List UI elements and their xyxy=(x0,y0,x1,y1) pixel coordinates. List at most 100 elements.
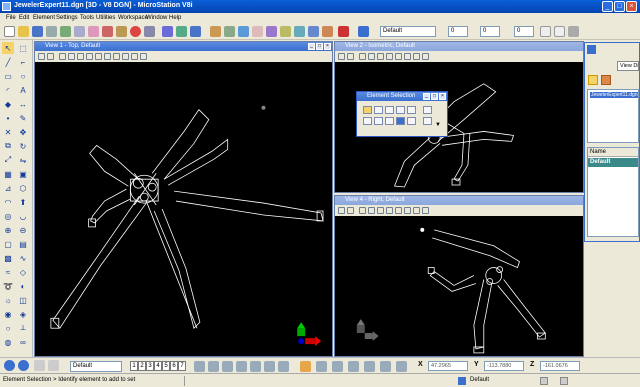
bottom-level-combo[interactable]: Default xyxy=(70,361,122,372)
fence-icon[interactable]: ⬚ xyxy=(17,42,29,54)
menu-window[interactable]: Window xyxy=(146,15,167,21)
window-area-icon[interactable] xyxy=(377,53,384,60)
setting-icon[interactable]: ◍ xyxy=(2,336,14,348)
view-toggle-5[interactable]: 5 xyxy=(162,361,170,371)
view-previous-icon[interactable] xyxy=(113,53,120,60)
gem-icon[interactable]: ◈ xyxy=(17,308,29,320)
paste-icon[interactable] xyxy=(88,26,99,37)
dialog-minimize[interactable]: _ xyxy=(423,93,430,100)
color-combo[interactable]: 0 xyxy=(448,26,468,37)
view-4-canvas[interactable] xyxy=(335,216,583,357)
level-manager-icon[interactable] xyxy=(162,26,173,37)
select-block-icon[interactable] xyxy=(374,106,383,114)
camera-icon[interactable]: ◫ xyxy=(17,294,29,306)
display-style-icon[interactable] xyxy=(347,207,354,214)
redo-icon[interactable] xyxy=(116,26,127,37)
display-style-icon[interactable] xyxy=(347,53,354,60)
scale-icon[interactable]: ⤢ xyxy=(2,154,14,166)
cut-icon[interactable] xyxy=(60,26,71,37)
pan-view-icon[interactable] xyxy=(404,53,411,60)
window-area-icon[interactable] xyxy=(77,53,84,60)
forward-icon[interactable] xyxy=(18,360,29,371)
zoom-in-icon[interactable] xyxy=(359,207,366,214)
clear-icon[interactable] xyxy=(407,117,416,125)
new-mode-icon[interactable] xyxy=(396,117,405,125)
midpoint-icon[interactable] xyxy=(250,361,261,372)
material-icon[interactable]: ◉ xyxy=(2,308,14,320)
expand-arrow-icon[interactable]: ▼ xyxy=(435,122,441,128)
boolean-icon[interactable]: ⊕ xyxy=(2,224,14,236)
view-toggle-6[interactable]: 6 xyxy=(170,361,178,371)
rotate-view-icon[interactable] xyxy=(95,53,102,60)
minimize-button[interactable]: _ xyxy=(602,1,613,12)
accusnap-icon[interactable] xyxy=(208,361,219,372)
x-coordinate-field[interactable]: 47.2965 xyxy=(428,361,468,371)
maximize-button[interactable]: □ xyxy=(614,1,625,12)
intersection-snap-icon[interactable] xyxy=(316,361,327,372)
modify-icon[interactable]: ✎ xyxy=(17,112,29,124)
level-icon[interactable] xyxy=(358,26,369,37)
parallel-snap-icon[interactable] xyxy=(364,361,375,372)
dialog-maximize[interactable]: □ xyxy=(431,93,438,100)
nearest-snap-icon[interactable] xyxy=(300,361,311,372)
render-icon[interactable] xyxy=(130,26,141,37)
snap-icon[interactable] xyxy=(48,360,59,371)
curve-icon[interactable]: ∿ xyxy=(17,252,29,264)
circle-icon[interactable]: ○ xyxy=(17,70,29,82)
extrude-icon[interactable]: ⬆ xyxy=(17,196,29,208)
menu-utilities[interactable]: Utilities xyxy=(96,15,115,21)
view-toggle-7[interactable]: 7 xyxy=(178,361,186,371)
view-next-icon[interactable] xyxy=(122,53,129,60)
highlight-icon[interactable] xyxy=(588,75,598,85)
smartline-icon[interactable]: ⌐ xyxy=(17,56,29,68)
view-toggle-3[interactable]: 3 xyxy=(146,361,154,371)
select-shape-icon[interactable] xyxy=(385,106,394,114)
view-icon[interactable] xyxy=(238,26,249,37)
rotate-view-icon[interactable] xyxy=(395,207,402,214)
menu-workspace[interactable]: Workspace xyxy=(118,15,148,21)
view-next-icon[interactable] xyxy=(422,207,429,214)
pan-view-icon[interactable] xyxy=(104,53,111,60)
menu-edit[interactable]: Edit xyxy=(19,15,29,21)
arc-icon[interactable]: ◜ xyxy=(2,84,14,96)
tools-icon[interactable] xyxy=(322,26,333,37)
keypoint-icon[interactable] xyxy=(236,361,247,372)
copy-element-icon[interactable]: ⧉ xyxy=(2,140,14,152)
element-selection-icon[interactable]: ↖ xyxy=(2,42,14,54)
class-icon[interactable] xyxy=(568,26,579,37)
loft-icon[interactable]: ◇ xyxy=(17,266,29,278)
prong-icon[interactable]: ⟂ xyxy=(17,322,29,334)
zoom-in-icon[interactable] xyxy=(59,53,66,60)
view-toggle-2[interactable]: 2 xyxy=(138,361,146,371)
tree-item-file[interactable]: JewelerExpert11.dgn xyxy=(590,92,638,98)
add-mode-icon[interactable] xyxy=(363,117,372,125)
clip-volume-icon[interactable] xyxy=(131,53,138,60)
sweep-icon[interactable]: ➰ xyxy=(2,280,14,292)
pan-view-icon[interactable] xyxy=(404,207,411,214)
display-style-icon[interactable] xyxy=(47,53,54,60)
select-all-icon[interactable] xyxy=(423,106,432,114)
measure-icon[interactable]: ⊿ xyxy=(2,182,14,194)
keyin-icon[interactable] xyxy=(308,26,319,37)
info-icon[interactable] xyxy=(294,26,305,37)
level-combo[interactable]: Default xyxy=(380,26,436,37)
open-folder-icon[interactable] xyxy=(18,26,29,37)
raster-icon[interactable] xyxy=(210,26,221,37)
cell-icon[interactable]: ◆ xyxy=(2,98,14,110)
view-1-maximize[interactable]: □ xyxy=(316,43,323,50)
window-area-icon[interactable] xyxy=(377,207,384,214)
close-button[interactable]: × xyxy=(626,1,637,12)
rotate-icon[interactable]: ↻ xyxy=(17,140,29,152)
revolve-icon[interactable]: ◎ xyxy=(2,210,14,222)
menu-tools[interactable]: Tools xyxy=(80,15,94,21)
chain-icon[interactable]: ∞ xyxy=(17,336,29,348)
weight-combo[interactable]: 0 xyxy=(514,26,534,37)
mesh-icon[interactable]: ▩ xyxy=(2,252,14,264)
view-next-icon[interactable] xyxy=(422,53,429,60)
view-previous-icon[interactable] xyxy=(413,207,420,214)
save-status-icon[interactable] xyxy=(560,377,568,385)
view-toggle-4[interactable]: 4 xyxy=(154,361,162,371)
place-line-icon[interactable]: ╱ xyxy=(2,56,14,68)
fit-view-icon[interactable] xyxy=(86,53,93,60)
layers-icon[interactable] xyxy=(266,26,277,37)
